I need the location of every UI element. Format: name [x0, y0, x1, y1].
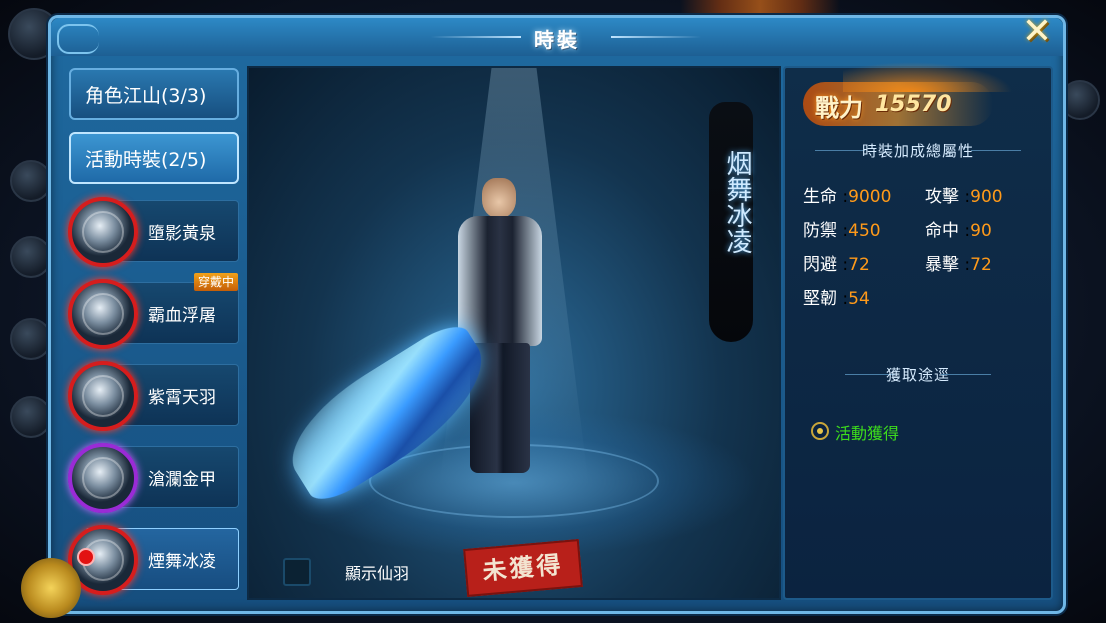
costume-window: 時裝 ✕ 角色江山(3/3) 活動時裝(2/5) 墮影黃泉 霸血浮屠 穿戴中 紫… [21, 12, 1066, 618]
costume-item[interactable]: 霸血浮屠 穿戴中 [68, 273, 239, 349]
character-head [482, 178, 516, 218]
combat-power-label: 戰力 [815, 94, 863, 122]
not-obtained-stamp: 未獲得 [463, 539, 583, 597]
costume-item-label: 霸血浮屠 [148, 306, 216, 326]
background-hud-button [10, 396, 52, 438]
costume-item[interactable]: 紫霄天羽 [68, 361, 239, 431]
costume-item-label: 墮影黃泉 [148, 224, 216, 244]
show-wings-checkbox[interactable] [283, 558, 311, 586]
costume-item-selected[interactable]: 煙舞冰凌 [68, 525, 239, 595]
flame-effect [843, 62, 1013, 92]
tab-event-costumes[interactable]: 活動時裝(2/5) [69, 132, 239, 184]
divider [941, 374, 991, 375]
stat-name: 閃避 [803, 255, 837, 275]
stat-name: 防禦 [803, 221, 837, 241]
costume-name-banner: 烟舞冰凌 [709, 102, 753, 342]
combat-power-value: 15570 [875, 92, 952, 117]
stat-value: 72 [970, 255, 992, 275]
stat-value: 54 [848, 289, 870, 309]
acquire-method-text: 活動獲得 [835, 424, 900, 443]
stat-attack: 攻擊 :900 [925, 187, 1003, 207]
close-icon[interactable]: ✕ [1017, 12, 1057, 52]
background-hud-button [1060, 80, 1100, 120]
tab-role-costumes[interactable]: 角色江山(3/3) [69, 68, 239, 120]
bullet-icon [811, 422, 829, 440]
costume-item[interactable]: 墮影黃泉 [68, 197, 239, 267]
title-ornament-right [611, 36, 701, 38]
stat-value: 900 [970, 187, 1003, 207]
costume-name: 烟舞冰凌 [722, 150, 752, 254]
costume-item-label: 煙舞冰凌 [148, 552, 216, 572]
costume-item[interactable]: 滄瀾金甲 [68, 443, 239, 513]
divider [971, 150, 1021, 151]
background-hud-button [10, 318, 52, 360]
costume-item-label: 滄瀾金甲 [148, 470, 216, 490]
stat-name: 攻擊 [925, 187, 959, 207]
costume-portrait-icon [68, 361, 138, 431]
combat-power: 戰力 15570 [803, 62, 1013, 126]
character-preview[interactable]: 烟舞冰凌 顯示仙羽 未獲得 [247, 66, 781, 600]
attributes-panel: 戰力 15570 時裝加成總屬性 生命 :9000 攻擊 :900 防禦 :45… [783, 62, 1053, 600]
costume-portrait-icon [68, 197, 138, 267]
background-hud-button [10, 236, 52, 278]
stat-crit: 暴擊 :72 [925, 255, 992, 275]
stat-dodge: 閃避 :72 [803, 255, 870, 275]
stat-toughness: 堅韌 :54 [803, 289, 870, 309]
stat-name: 命中 [925, 221, 959, 241]
background-hud-button [10, 160, 52, 202]
stat-name: 生命 [803, 187, 837, 207]
costume-item-label: 紫霄天羽 [148, 388, 216, 408]
title-bar: 時裝 ✕ [51, 12, 1063, 56]
stat-hit: 命中 :90 [925, 221, 992, 241]
notification-dot [77, 548, 95, 566]
costume-sidebar: 角色江山(3/3) 活動時裝(2/5) 墮影黃泉 霸血浮屠 穿戴中 紫霄天羽 滄… [21, 62, 241, 618]
character-body [458, 216, 542, 346]
costume-portrait-icon [68, 279, 138, 349]
stat-name: 堅韌 [803, 289, 837, 309]
stat-value: 90 [970, 221, 992, 241]
stat-value: 9000 [848, 187, 892, 207]
stat-hp: 生命 :9000 [803, 187, 892, 207]
costume-portrait-icon [68, 443, 138, 513]
banana-hud-icon[interactable] [21, 558, 81, 618]
stat-value: 450 [848, 221, 881, 241]
wearing-badge: 穿戴中 [193, 273, 238, 291]
show-wings-label: 顯示仙羽 [345, 564, 410, 583]
acquire-title: 獲取途逕 [885, 366, 950, 384]
window-title: 時裝 [534, 28, 580, 52]
stat-value: 72 [848, 255, 870, 275]
stat-defense: 防禦 :450 [803, 221, 881, 241]
stat-name: 暴擊 [925, 255, 959, 275]
